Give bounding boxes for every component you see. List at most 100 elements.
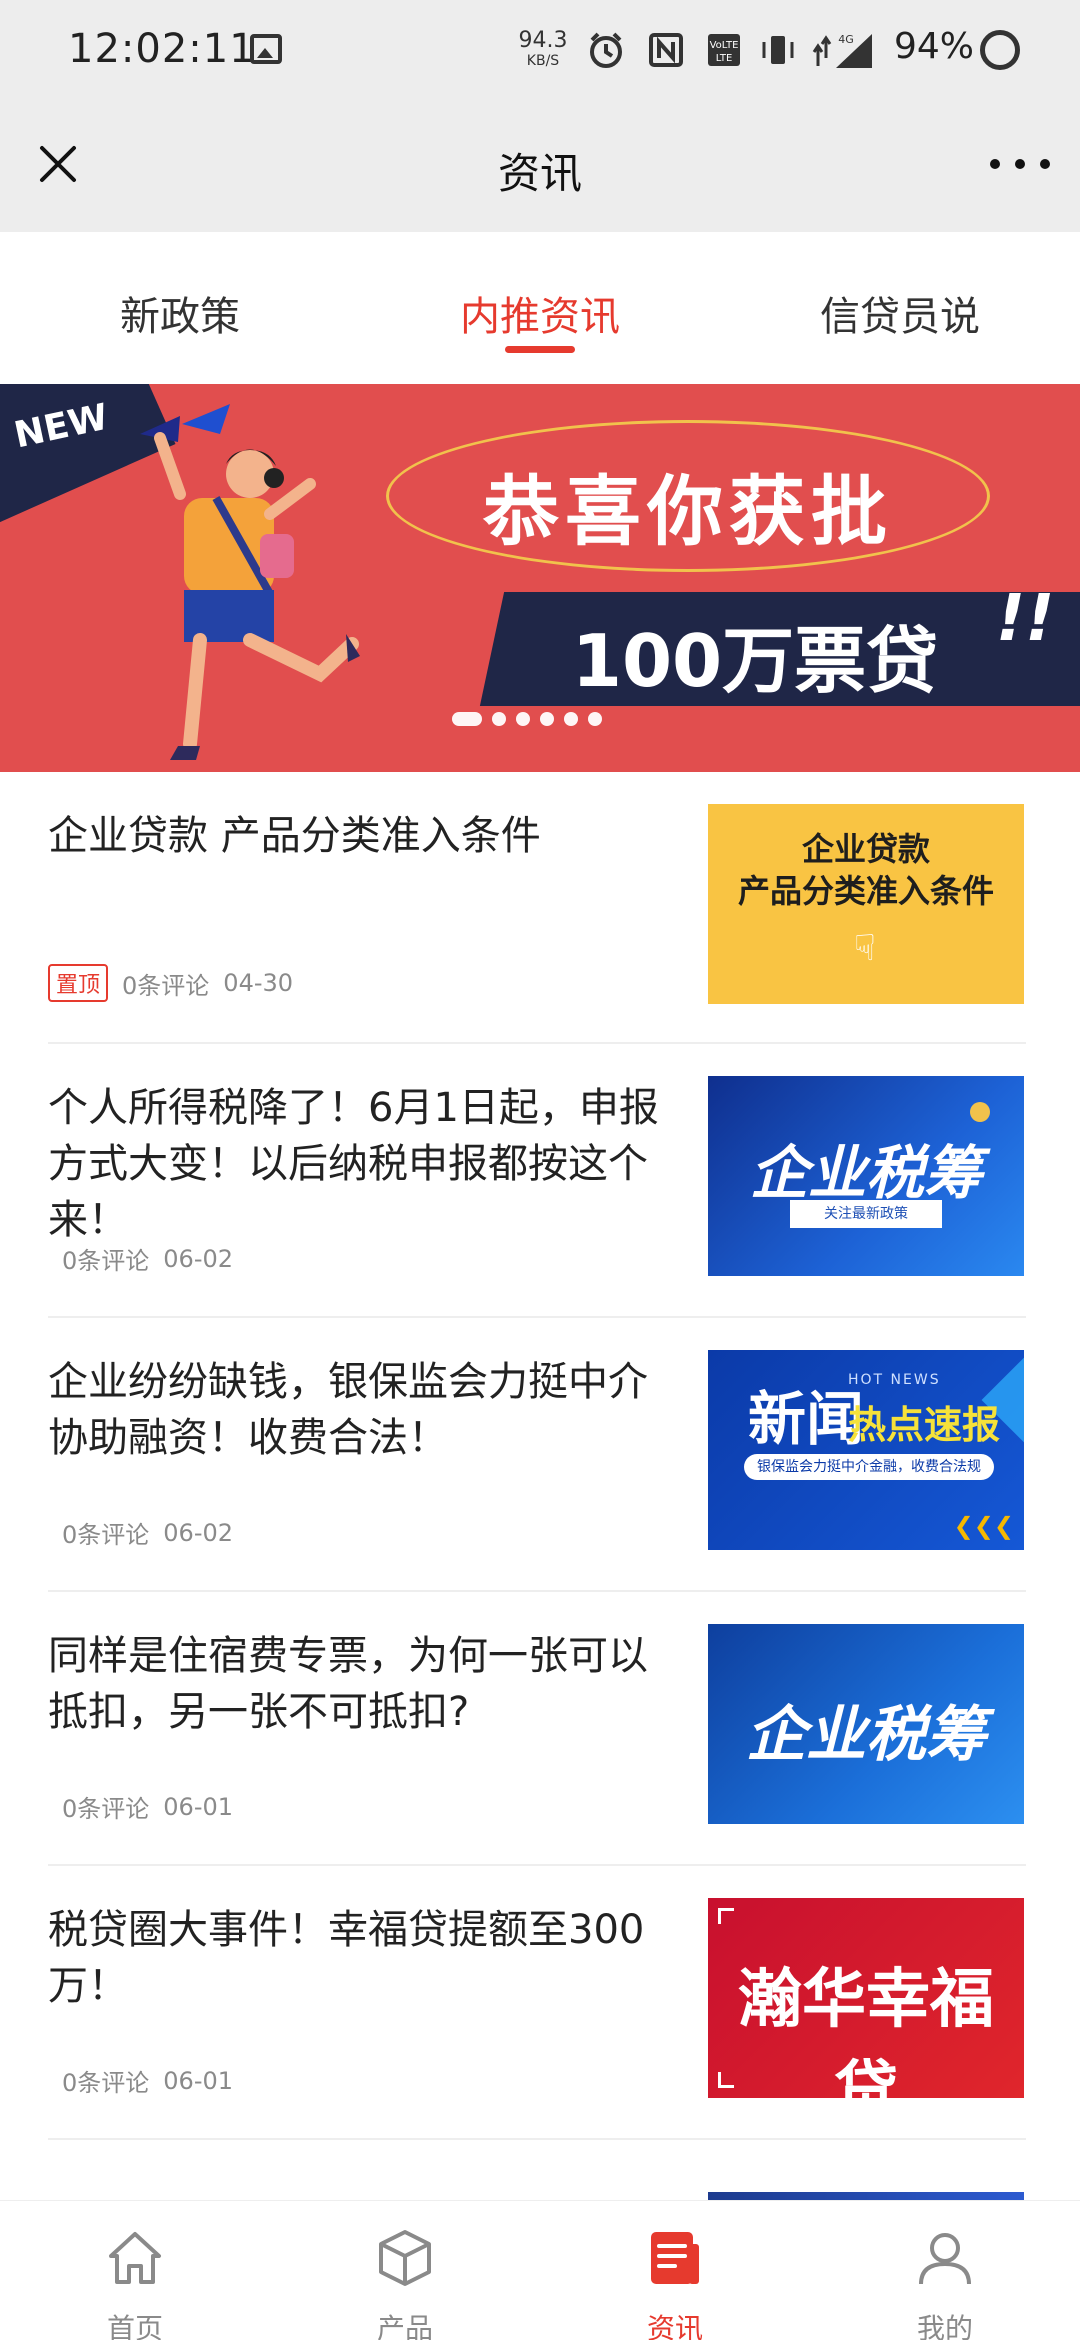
- news-item[interactable]: 同样是住宿费专票，为何一张可以抵扣，另一张不可抵扣? 0条评论 06-01 企业…: [48, 1592, 1026, 1866]
- news-thumbnail: 企业税筹 关注最新政策: [708, 1076, 1024, 1276]
- corner-decor: [718, 1908, 734, 1924]
- thumb-xin: 新闻: [748, 1385, 865, 1453]
- signal-icon: 4G: [812, 30, 874, 70]
- news-date: 06-02: [163, 1244, 234, 1273]
- news-meta: 0条评论 06-01: [48, 2063, 233, 2098]
- comment-count: 0条评论: [62, 1247, 150, 1275]
- nav-label: 我的: [916, 2312, 973, 2340]
- banner-headline: 恭喜你获批: [483, 467, 893, 556]
- news-title: 同样是住宿费专票，为何一张可以抵扣，另一张不可抵扣?: [48, 1633, 648, 1735]
- news-meta: 置顶 0条评论 04-30: [48, 964, 293, 1002]
- news-thumbnail: 瀚华幸福贷: [708, 1898, 1024, 2098]
- thumb-pill: 关注最新政策: [790, 1200, 942, 1228]
- comment-count: 0条评论: [62, 1795, 150, 1823]
- network-speed-value: 94.3: [518, 28, 568, 53]
- thumb-hot: HOT NEWS: [848, 1372, 941, 1388]
- vibrate-icon: [758, 30, 798, 70]
- comment-count: 0条评论: [62, 2069, 150, 2097]
- more-dot: [990, 159, 1000, 169]
- news-thumbnail: 企业贷款 产品分类准入条件 ☟: [708, 804, 1024, 1004]
- thumb-title: 企业税筹: [746, 1700, 986, 1770]
- thumb-title: 企业税筹: [749, 1139, 982, 1207]
- news-item[interactable]: 个人所得税降了！6月1日起，申报方式大变！以后纳税申报都按这个来！ 0条评论 0…: [48, 1044, 1026, 1318]
- cube-icon: [370, 2223, 440, 2293]
- tab-new-policy[interactable]: 新政策: [0, 232, 360, 384]
- network-speed-unit: KB/S: [526, 53, 560, 69]
- nav-label: 首页: [106, 2312, 163, 2340]
- pinned-badge: 置顶: [48, 964, 109, 1002]
- news-title: 企业纷纷缺钱，银保监会力挺中介协助融资！收费合法！: [48, 1359, 648, 1461]
- nav-products[interactable]: 产品: [270, 2201, 540, 2340]
- carousel-dot[interactable]: [492, 712, 506, 726]
- arrows-icon: ❮❮❮: [953, 1512, 1014, 1540]
- thumb-title: 瀚华幸福贷: [738, 1963, 994, 2098]
- thumb-pill: 银保监会力挺中介金融，收费合法规: [744, 1454, 994, 1480]
- nav-label: 产品: [376, 2312, 433, 2340]
- promo-banner[interactable]: NEW 恭喜你获批 100万票贷 !!: [0, 384, 1080, 772]
- more-dot: [1015, 159, 1025, 169]
- banner-exclaim: !!: [996, 582, 1055, 656]
- cheering-girl-illustration: [140, 404, 360, 760]
- home-icon: [100, 2223, 170, 2293]
- more-icon[interactable]: [990, 144, 1050, 184]
- tab-label: 新政策: [120, 294, 240, 340]
- carousel-dot[interactable]: [588, 712, 602, 726]
- carousel-dot[interactable]: [564, 712, 578, 726]
- news-title: 税贷圈大事件！幸福贷提额至300万！: [48, 1907, 645, 2009]
- battery-percent: 94%: [894, 26, 975, 67]
- more-dot: [1040, 159, 1050, 169]
- carousel-dots: [452, 712, 612, 726]
- news-thumbnail: 新闻 HOT NEWS 热点速报 银保监会力挺中介金融，收费合法规 ❮❮❮: [708, 1350, 1024, 1550]
- comment-count: 0条评论: [122, 971, 210, 1000]
- status-bar: 12:02:11 94.3 KB/S VoLTE LTE 4G 94%: [0, 0, 1080, 100]
- news-item[interactable]: 企业纷纷缺钱，银保监会力挺中介协助融资！收费合法！ 0条评论 06-02 新闻 …: [48, 1318, 1026, 1592]
- image-notification-icon: [250, 34, 282, 64]
- nfc-icon: [646, 30, 686, 70]
- tab-active-indicator: [505, 346, 575, 353]
- thumb-line1: 企业贷款: [801, 830, 930, 868]
- user-icon: [910, 2223, 980, 2293]
- page-title: 资讯: [497, 149, 582, 198]
- news-date: 06-01: [163, 1792, 234, 1821]
- carousel-dot-active[interactable]: [452, 712, 482, 726]
- nav-news[interactable]: 资讯: [540, 2201, 810, 2340]
- network-speed: 94.3 KB/S: [518, 28, 568, 69]
- tab-loan-officer-says[interactable]: 信贷员说: [720, 232, 1080, 384]
- tab-internal-news[interactable]: 内推资讯: [360, 232, 720, 384]
- pointer-hand-icon: ☟: [854, 928, 876, 969]
- tab-label: 信贷员说: [820, 294, 980, 340]
- thumb-redian: 热点速报: [848, 1403, 1001, 1447]
- carousel-dot[interactable]: [540, 712, 554, 726]
- news-meta: 0条评论 06-02: [48, 1241, 233, 1276]
- news-title: 企业贷款 产品分类准入条件: [48, 813, 541, 859]
- thumb-line2: 产品分类准入条件: [737, 872, 994, 910]
- news-list: 企业贷款 产品分类准入条件 置顶 0条评论 04-30 企业贷款 产品分类准入条…: [48, 772, 1026, 2140]
- alarm-icon: [584, 30, 628, 70]
- news-meta: 0条评论 06-01: [48, 1789, 233, 1824]
- svg-text:4G: 4G: [838, 33, 854, 46]
- comment-count: 0条评论: [62, 1521, 150, 1549]
- svg-text:LTE: LTE: [716, 53, 733, 64]
- carousel-dot[interactable]: [516, 712, 530, 726]
- news-meta: 0条评论 06-02: [48, 1515, 233, 1550]
- banner-subline: 100万票贷: [571, 619, 939, 703]
- status-time: 12:02:11: [68, 26, 256, 72]
- battery-icon: [980, 30, 1020, 70]
- news-icon: [640, 2223, 710, 2293]
- news-date: 06-01: [163, 2066, 234, 2095]
- bottom-navigation: 首页 产品 资讯 我的: [0, 2200, 1080, 2340]
- news-item[interactable]: 企业贷款 产品分类准入条件 置顶 0条评论 04-30 企业贷款 产品分类准入条…: [48, 772, 1026, 1044]
- nav-label: 资讯: [646, 2312, 703, 2340]
- nav-home[interactable]: 首页: [0, 2201, 270, 2340]
- news-date: 04-30: [223, 969, 294, 997]
- news-thumbnail: 企业税筹: [708, 1624, 1024, 1824]
- volte-icon: VoLTE LTE: [704, 30, 744, 70]
- decor-dot: [970, 1102, 990, 1122]
- news-item[interactable]: 税贷圈大事件！幸福贷提额至300万！ 0条评论 06-01 瀚华幸福贷: [48, 1866, 1026, 2140]
- news-date: 06-02: [163, 1518, 234, 1547]
- news-title: 个人所得税降了！6月1日起，申报方式大变！以后纳税申报都按这个来！: [48, 1085, 659, 1243]
- nav-me[interactable]: 我的: [810, 2201, 1080, 2340]
- category-tabs: 新政策 内推资讯 信贷员说: [0, 232, 1080, 384]
- svg-text:VoLTE: VoLTE: [710, 40, 739, 51]
- tab-label: 内推资讯: [460, 294, 620, 340]
